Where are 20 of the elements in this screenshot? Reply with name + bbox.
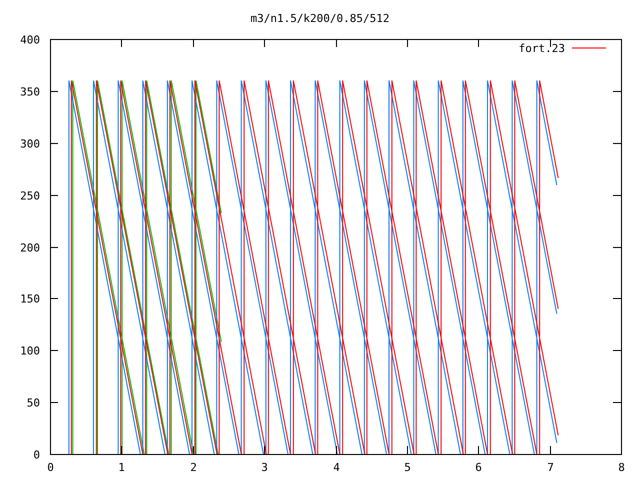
x-tick-label: 4: [333, 461, 340, 474]
y-tick-label: 200: [20, 242, 40, 254]
legend-label: fort.23: [518, 42, 565, 55]
x-tick-label: 3: [261, 461, 268, 474]
y-tick-label: 150: [20, 292, 40, 306]
x-tick-label: 0: [47, 461, 54, 474]
x-tick-label: 7: [547, 461, 554, 474]
x-tick-label: 2: [190, 461, 197, 474]
y-tick-label: 100: [20, 344, 40, 358]
x-tick-label: 6: [475, 461, 482, 474]
y-tick-label: 250: [20, 190, 40, 202]
y-tick-label: 400: [20, 34, 40, 46]
x-tick-label: 5: [404, 461, 411, 474]
x-tick-label: 1: [118, 461, 125, 474]
y-tick-label: 350: [20, 86, 40, 98]
y-tick-label: 0: [33, 448, 40, 462]
y-tick-label: 300: [20, 138, 40, 150]
x-tick-label: 8: [618, 461, 625, 474]
chart-title: m3/n1.5/k200/0.85/512: [250, 12, 390, 25]
y-tick-label: 50: [26, 396, 40, 410]
